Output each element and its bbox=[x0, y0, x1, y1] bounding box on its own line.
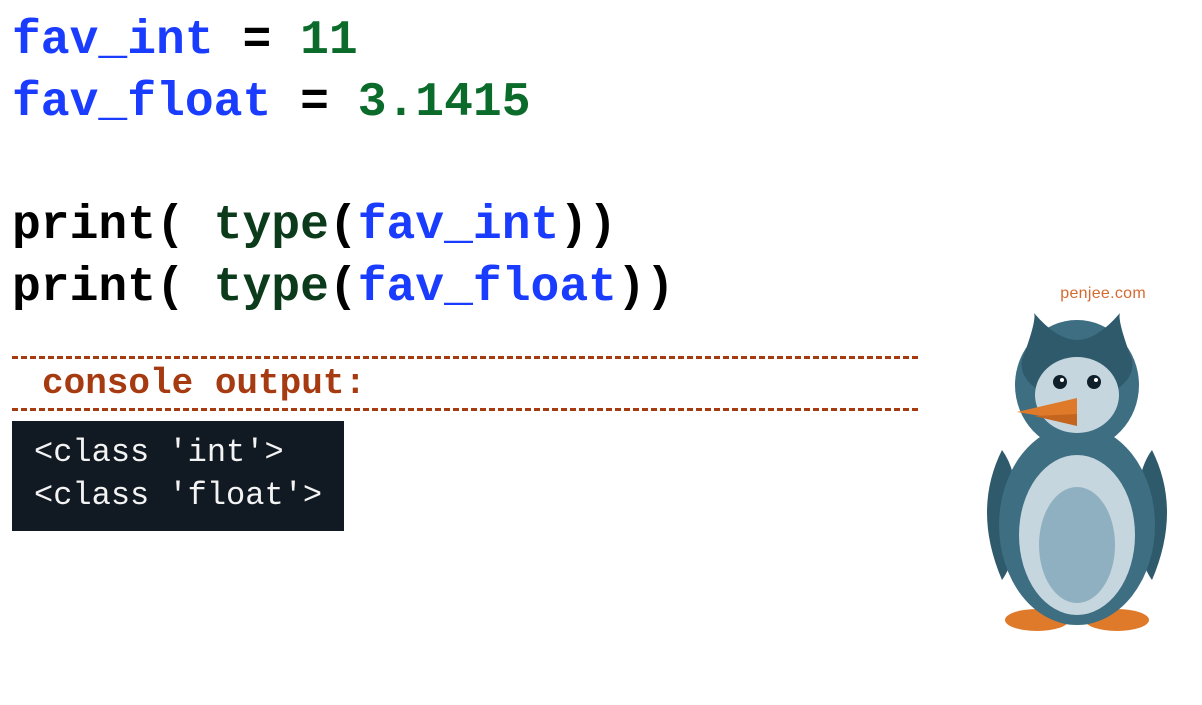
variable-fav-float: fav_float bbox=[12, 76, 271, 130]
paren-close: )) bbox=[617, 261, 675, 315]
console-line-2: <class 'float'> bbox=[34, 474, 322, 517]
code-line-1: fav_int = 11 bbox=[12, 10, 1190, 72]
code-line-3: print( type(fav_int)) bbox=[12, 195, 1190, 257]
code-block: fav_int = 11 fav_float = 3.1415 print( t… bbox=[0, 0, 1202, 320]
variable-fav-int-ref: fav_int bbox=[358, 199, 560, 253]
paren-open: ( bbox=[156, 199, 185, 253]
console-output-section: console output: <class 'int'> <class 'fl… bbox=[0, 356, 930, 531]
paren-open: ( bbox=[329, 199, 358, 253]
divider-bottom bbox=[12, 408, 918, 411]
penguin-icon bbox=[962, 310, 1192, 640]
variable-fav-int: fav_int bbox=[12, 14, 214, 68]
number-literal-11: 11 bbox=[300, 14, 358, 68]
blank-line bbox=[12, 135, 1190, 195]
print-keyword: print bbox=[12, 199, 156, 253]
paren-open: ( bbox=[156, 261, 185, 315]
console-line-1: <class 'int'> bbox=[34, 431, 322, 474]
type-keyword: type bbox=[214, 199, 329, 253]
variable-fav-float-ref: fav_float bbox=[358, 261, 617, 315]
watermark-text: penjee.com bbox=[1060, 285, 1146, 303]
assign-op: = bbox=[242, 14, 300, 68]
console-output-label: console output: bbox=[12, 359, 918, 408]
console-output-box: <class 'int'> <class 'float'> bbox=[12, 421, 344, 531]
code-line-2: fav_float = 3.1415 bbox=[12, 72, 1190, 134]
type-keyword: type bbox=[214, 261, 329, 315]
paren-close: )) bbox=[559, 199, 617, 253]
paren-open: ( bbox=[329, 261, 358, 315]
assign-op: = bbox=[300, 76, 358, 130]
print-keyword: print bbox=[12, 261, 156, 315]
number-literal-pi: 3.1415 bbox=[358, 76, 531, 130]
